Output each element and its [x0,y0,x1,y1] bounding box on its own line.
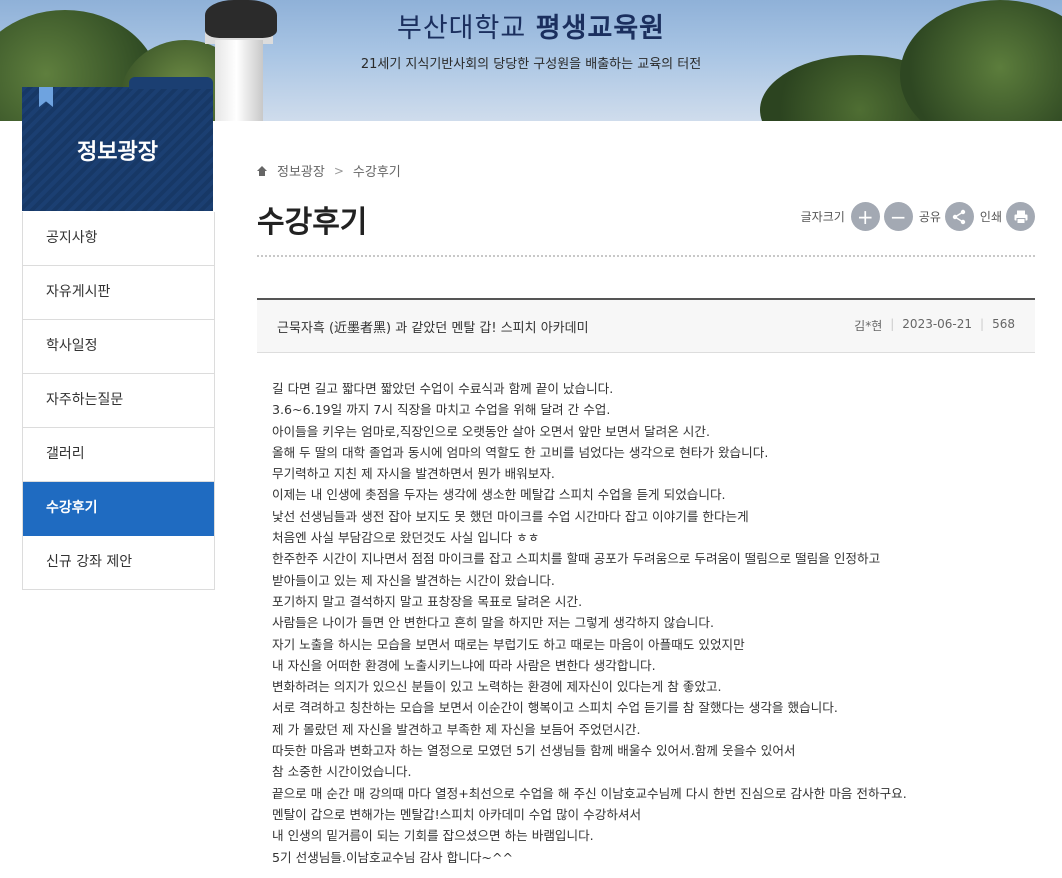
post-date: 2023-06-21 [902,317,973,331]
post-body: 길 다면 길고 짧다면 짧았던 수업이 수료식과 함께 끝이 났습니다. 3.6… [272,378,1032,868]
post-line: 낯선 선생님들과 생전 잡아 보지도 못 했던 마이크를 수업 시간마다 잡고 … [272,508,749,524]
font-increase-button[interactable]: + [850,202,880,231]
post-line: 아이들을 키우는 엄마로,직장인으로 오랫동안 살아 오면서 앞만 보면서 달려… [272,423,710,439]
sidebar-item-academic-calendar[interactable]: 학사일정 [23,320,214,374]
post-views: 568 [992,317,1015,331]
post-line: 멘탈이 갑으로 변해가는 멘탈갑!스피치 아카데미 수업 많이 수강하셔서 [272,806,642,822]
post-line: 변화하려는 의지가 있으신 분들이 있고 노력하는 환경에 제자신이 있다는게 … [272,679,722,695]
post-line: 포기하지 말고 결석하지 말고 표창장을 목표로 달려온 시간. [272,593,583,609]
site-title-light: 부산대학교 [397,13,527,44]
post-line: 따듯한 마음과 변화고자 하는 열정으로 모였던 5기 선생님들 함께 배울수 … [272,743,796,759]
post-line: 5기 선생님들.이남호교수님 감사 합니다~^^ [272,849,514,865]
sidebar-item-notice[interactable]: 공지사항 [23,212,214,266]
site-subtitle: 21세기 지식기반사회의 당당한 구성원을 배출하는 교육의 터전 [360,57,702,72]
sidebar-item-gallery[interactable]: 갤러리 [23,428,214,482]
meta-divider: | [980,317,985,331]
plus-icon: + [856,204,874,229]
print-label: 인쇄 [979,210,1002,224]
breadcrumb-item[interactable]: 정보광장 [277,161,325,180]
post-line: 3.6~6.19일 까지 7시 직장을 마치고 수업을 위해 달려 간 수업. [272,402,611,418]
breadcrumb: 정보광장 > 수강후기 [257,161,401,180]
site-title-bold: 평생교육원 [535,13,665,44]
post-line: 제 가 몰랐던 제 자신을 발견하고 부족한 제 자신을 보듬어 주었던시간. [272,721,641,737]
page-title: 수강후기 [257,205,368,240]
post-line: 받아들이고 있는 제 자신을 발견하는 시간이 왔습니다. [272,572,555,588]
font-size-label: 글자크기 [800,210,845,224]
post-meta: 김*현 | 2023-06-21 | 568 [854,317,1015,334]
title-divider [257,255,1035,257]
site-title[interactable]: 부산대학교 평생교육원 [0,6,1062,45]
share-icon [953,209,966,224]
home-icon[interactable] [257,165,267,176]
sidebar-item-faq[interactable]: 자주하는질문 [23,374,214,428]
post-author: 김*현 [854,319,883,333]
bookmark-icon [39,87,53,107]
sidebar-item-new-course-proposal[interactable]: 신규 강좌 제안 [23,536,214,589]
post-line: 내 인생의 밑거름이 되는 기회를 잡으셨으면 하는 바램입니다. [272,828,594,844]
share-button[interactable] [944,202,974,231]
post-line: 내 자신을 어떠한 환경에 노출시키느냐에 따라 사람은 변한다 생각합니다. [272,657,656,673]
post-line: 처음엔 사실 부담감으로 왔던것도 사실 입니다 ㅎㅎ [272,530,540,546]
chevron-right-icon: > [333,163,344,178]
meta-divider: | [890,317,895,331]
post-line: 길 다면 길고 짧다면 짧았던 수업이 수료식과 함께 끝이 났습니다. [272,381,614,396]
post-line: 이제는 내 인생에 촛점을 두자는 생각에 생소한 메탈갑 스피치 수업을 듣게… [272,487,726,503]
post-line: 자기 노출을 하시는 모습을 보면서 때로는 부럽기도 하고 때로는 마음이 아… [272,636,745,652]
minus-icon: − [889,204,907,229]
share-label: 공유 [918,210,941,224]
sidebar-title: 정보광장 [77,140,158,165]
sidebar-header: 정보광장 [22,77,213,211]
post-line: 끝으로 매 순간 매 강의때 마다 열정+최선으로 수업을 해 주신 이남호교수… [272,785,907,801]
post-line: 무기력하고 지친 제 자시을 발견하면서 뭔가 배워보자. [272,466,555,482]
print-button[interactable] [1006,202,1035,231]
breadcrumb-item[interactable]: 수강후기 [353,161,401,180]
post-line: 참 소중한 시간이었습니다. [272,764,412,780]
sidebar-item-course-reviews[interactable]: 수강후기 [23,482,214,536]
sidebar-tab-notch [129,77,213,89]
post-line: 한주한주 시간이 지나면서 점점 마이크를 잡고 스피치를 할때 공포가 두려움… [272,551,881,567]
post-title: 근묵자흑 (近墨者黑) 과 같았던 멘탈 갑! 스피치 아카데미 [277,321,589,336]
printer-icon [1014,210,1027,224]
font-decrease-button[interactable]: − [883,202,913,231]
post-line: 올해 두 딸의 대학 졸업과 동시에 엄마의 역할도 한 고비를 넘었다는 생각… [272,444,769,460]
sidebar-menu: 공지사항 자유게시판 학사일정 자주하는질문 갤러리 수강후기 신규 강좌 제안 [22,212,215,590]
post-line: 서로 격려하고 칭찬하는 모습을 보면서 이순간이 행복이고 스피치 수업 듣기… [272,700,838,716]
sidebar-item-free-board[interactable]: 자유게시판 [23,266,214,320]
post-line: 사람들은 나이가 들면 안 변한다고 흔히 말을 하지만 저는 그렇게 생각하지… [272,615,714,631]
post-header: 근묵자흑 (近墨者黑) 과 같았던 멘탈 갑! 스피치 아카데미 김*현 | 2… [257,298,1035,353]
page-tools: 글자크기 + − 공유 인쇄 [801,202,1035,231]
